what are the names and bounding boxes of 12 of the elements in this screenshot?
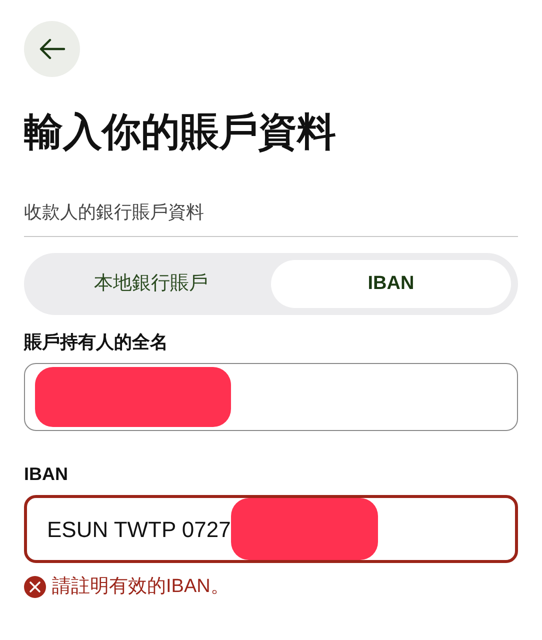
segment-tab[interactable]: IBAN — [271, 260, 511, 308]
error-icon — [24, 576, 46, 598]
page-title: 輸入你的賬戶資料 — [24, 110, 337, 156]
field-label: 賬戶持有人的全名 — [24, 331, 169, 354]
segment-tab[interactable]: 本地銀行賬戶 — [31, 260, 271, 308]
back-arrow-icon — [39, 38, 65, 60]
input-field[interactable]: ESUN TWTP 0727 — [24, 495, 518, 563]
field-label: IBAN — [24, 463, 69, 486]
section-label: 收款人的銀行賬戶資料 — [24, 202, 204, 222]
error-message: 請註明有效的IBAN。 — [52, 575, 230, 599]
input-field[interactable] — [24, 363, 518, 431]
field-value: ESUN TWTP 0727 — [47, 516, 231, 544]
